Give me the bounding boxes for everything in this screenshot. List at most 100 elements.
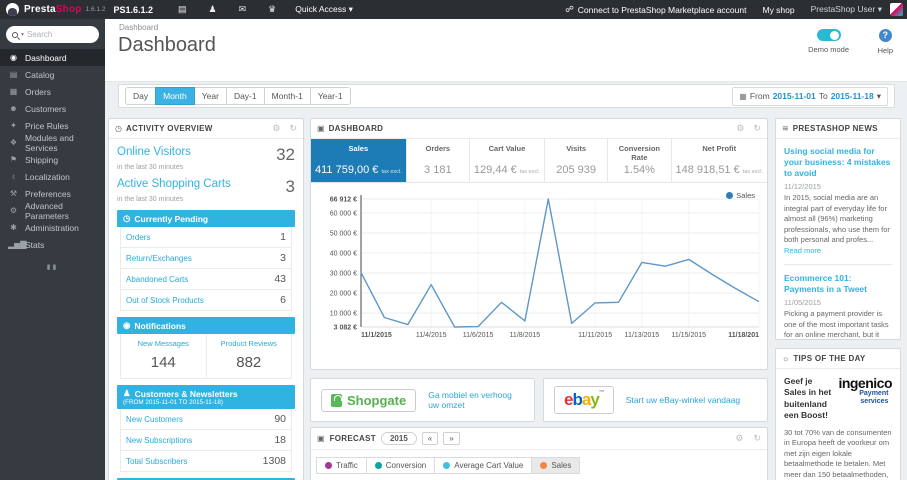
forecast-prev-button[interactable]: « [421,432,439,445]
achievements-icon[interactable]: ♛ [268,4,276,15]
traffic-dot-icon [325,462,332,469]
date-range-picker[interactable]: ▦ From 2015-11-01 To 2015-11-18 ▾ [732,86,888,106]
cart-icon[interactable]: ▤ [178,4,187,15]
pending-row-out-of-stock[interactable]: Out of Stock Products 6 [120,290,292,311]
kpi-visits[interactable]: Visits 205 939 [545,139,609,182]
gear-icon[interactable]: ⚙ [736,123,744,134]
notifications-section-header: ◉ Notifications [117,317,295,334]
forecast-year-badge[interactable]: 2015 [380,432,417,445]
demo-mode-control: Demo mode [808,29,849,54]
svg-text:11/4/2015: 11/4/2015 [416,332,447,339]
messages-icon[interactable]: ✉ [239,4,247,15]
news-article-title[interactable]: Ecommerce 101: Payments in a Tweet [784,273,892,295]
sidebar-item-catalog[interactable]: ▤ Catalog [0,66,105,83]
svg-text:11/8/2015: 11/8/2015 [510,332,541,339]
active-carts-link[interactable]: Active Shopping Carts [117,178,231,190]
sidebar-item-localization[interactable]: ♁ Localization [0,168,105,185]
range-button-year[interactable]: Year [193,87,227,105]
forecast-tab-average-cart-value[interactable]: Average Cart Value [434,457,533,474]
user-menu[interactable]: PrestaShop User ▾ [811,4,882,15]
forecast-tab-sales[interactable]: Sales [531,457,581,474]
range-button-day-1[interactable]: Day-1 [225,87,265,105]
demo-mode-label: Demo mode [808,45,849,54]
customers-row-new-subscriptions[interactable]: New Subscriptions 18 [120,430,292,451]
read-more-link[interactable]: Read more [784,246,821,255]
search-box[interactable]: ▾ [6,26,99,43]
refresh-icon[interactable]: ↻ [289,123,297,134]
sidebar-item-dashboard[interactable]: ◉ Dashboard [0,49,105,66]
demo-mode-toggle[interactable] [816,29,841,41]
user-avatar[interactable] [890,3,903,16]
sidebar-item-customers[interactable]: ☻ Customers [0,100,105,117]
svg-text:40 000 €: 40 000 € [330,250,357,257]
range-button-day[interactable]: Day [125,87,157,105]
kpi-net-profit[interactable]: Net Profit 148 918,51 € tax excl. [672,139,767,182]
ebay-ad[interactable]: ebay™ Start uw eBay-winkel vandaag [543,378,768,422]
search-input[interactable] [27,30,86,39]
modules-icon: ❖ [9,138,18,147]
bell-icon: ◉ [123,320,131,330]
sidebar-nav: ◉ Dashboard ▤ Catalog ▦ Orders ☻ Customers ✦… [0,49,105,253]
sidebar-item-advanced-parameters[interactable]: ⚙ Advanced Parameters [0,201,105,221]
news-article-title[interactable]: Using social media for your business: 4 … [784,146,892,179]
marketplace-link[interactable]: ☍ Connect to PrestaShop Marketplace accou… [565,4,746,15]
shopgate-ad[interactable]: Shopgate Ga mobiel en verhoog uw omzet [310,378,535,422]
svg-text:10 000 €: 10 000 € [330,311,357,318]
brand-logo[interactable]: PrestaShop [24,4,82,15]
forecast-tab-conversion[interactable]: Conversion [365,457,436,474]
gear-icon[interactable]: ⚙ [735,433,743,444]
page-header: Dashboard Dashboard Demo mode ? Help [105,19,907,82]
kpi-orders[interactable]: Orders 3 181 [407,139,470,182]
news-article-excerpt: Picking a payment provider is one of the… [784,309,889,340]
sidebar-item-orders[interactable]: ▦ Orders [0,83,105,100]
svg-text:11/15/2015: 11/15/2015 [672,332,707,339]
kpi-cart-value[interactable]: Cart Value 129,44 € tax excl. [470,139,545,182]
administration-icon: ✱ [10,223,17,232]
sidebar-collapse-button[interactable]: ▮▮ [0,263,105,271]
forecast-next-button[interactable]: » [443,432,460,445]
help-icon[interactable]: ? [878,29,892,42]
average-cart-value-dot-icon [443,462,451,469]
pending-row-returns[interactable]: Return/Exchanges 3 [120,248,292,269]
sidebar-item-shipping[interactable]: ⚑ Shipping [0,151,105,168]
online-visitors-link[interactable]: Online Visitors [117,146,191,158]
tip-heading: Geef je Sales in het buitenland een Boos… [784,376,832,421]
my-shop-link[interactable]: My shop [762,5,794,15]
breadcrumb[interactable]: Dashboard [119,23,158,32]
gear-icon[interactable]: ⚙ [272,123,280,134]
news-article-excerpt: In 2015, social media are an integral pa… [784,193,890,255]
sidebar-item-preferences[interactable]: ⚒ Preferences [0,185,105,202]
customers-row-total-subscribers[interactable]: Total Subscribers 1308 [120,451,292,472]
kpi-conversion-rate[interactable]: Conversion Rate 1.54% [608,139,672,182]
customers-row-new-customers[interactable]: New Customers 90 [120,409,292,430]
forecast-tab-traffic[interactable]: Traffic [316,457,367,474]
pending-row-orders[interactable]: Orders 1 [120,227,292,248]
ebay-logo: ebay™ [554,386,614,414]
sidebar-item-stats[interactable]: ▂▅▇ Stats [0,236,105,253]
customers-icon[interactable]: ♟ [209,4,217,15]
forecast-tabs: Traffic Conversion Average Cart Value Sa… [311,450,767,480]
search-type-caret-icon[interactable]: ▾ [21,31,24,38]
ebay-ad-link[interactable]: Start uw eBay-winkel vandaag [626,395,740,405]
quick-access-menu[interactable]: Quick Access ▾ [295,4,353,15]
sales-chart: 3 082 € 10 000 € 20 000 € 30 000 € 40 000 € 5… [311,187,767,373]
shopgate-logo: Shopgate [321,388,417,412]
customers-icon: ☻ [9,104,18,113]
range-button-month-1[interactable]: Month-1 [263,87,311,105]
kpi-sales[interactable]: Sales 411 759,00 € tax excl. [311,139,407,182]
shopgate-ad-link[interactable]: Ga mobiel en verhoog uw omzet [428,390,524,410]
refresh-icon[interactable]: ↻ [753,433,761,444]
range-button-year-1[interactable]: Year-1 [309,87,351,105]
partner-ads: Shopgate Ga mobiel en verhoog uw omzet e… [310,378,768,422]
sidebar-item-modules[interactable]: ❖ Modules and Services [0,133,105,153]
chart-legend: Sales [726,191,755,200]
clock-icon: ◷ [123,213,131,223]
product-reviews-cell[interactable]: Product Reviews 882 [206,334,292,379]
refresh-icon[interactable]: ↻ [753,123,761,134]
sidebar-item-administration[interactable]: ✱ Administration [0,219,105,236]
localization-icon: ♁ [10,172,17,181]
pending-row-abandoned-carts[interactable]: Abandoned Carts 43 [120,269,292,290]
range-button-month[interactable]: Month [155,87,195,105]
sidebar-item-price-rules[interactable]: ✦ Price Rules [0,117,105,134]
new-messages-cell[interactable]: New Messages 144 [120,334,207,379]
